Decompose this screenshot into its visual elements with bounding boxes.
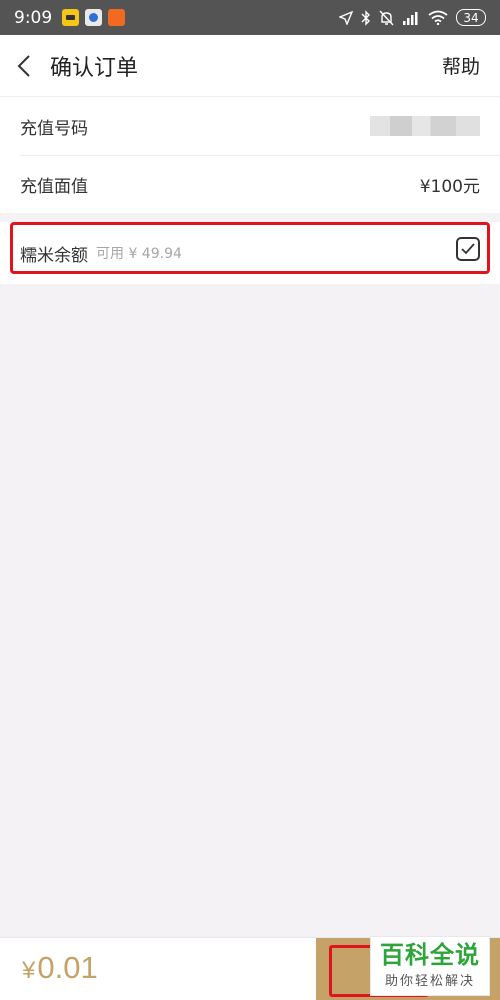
status-icons: 34 bbox=[339, 9, 486, 26]
balance-label: 糯米余额 bbox=[20, 245, 88, 266]
app-notification-icon-2 bbox=[85, 9, 103, 26]
back-button[interactable] bbox=[2, 35, 46, 97]
mute-bell-icon bbox=[379, 10, 394, 26]
face-value-label: 充值面值 bbox=[20, 176, 88, 197]
chevron-left-icon bbox=[17, 54, 30, 77]
location-icon bbox=[339, 10, 353, 25]
order-info-card: 充值号码 充值面值 ¥100元 bbox=[0, 97, 500, 213]
balance-available: 可用 ¥ 49.94 bbox=[96, 246, 182, 262]
total-amount: ¥0.01 bbox=[22, 950, 98, 986]
total-value: 0.01 bbox=[37, 950, 98, 985]
balance-checkbox[interactable] bbox=[456, 237, 480, 261]
status-bar: 9:09 34 bbox=[0, 0, 500, 35]
watermark-main-text: 百科全说 bbox=[380, 940, 480, 969]
watermark-logo: 百科全说 助你轻松解决 bbox=[370, 936, 490, 996]
bluetooth-icon bbox=[361, 9, 371, 26]
signal-icon bbox=[402, 11, 420, 25]
recharge-number-row: 充值号码 bbox=[0, 97, 500, 155]
checkmark-icon bbox=[461, 243, 475, 255]
status-time: 9:09 bbox=[14, 7, 53, 28]
face-value-row: 充值面值 ¥100元 bbox=[0, 155, 500, 213]
nuomi-balance-row[interactable]: 糯米余额 可用 ¥ 49.94 bbox=[0, 222, 500, 284]
navigation-header: 确认订单 帮助 bbox=[0, 35, 500, 97]
wifi-icon bbox=[428, 10, 448, 25]
watermark-sub-text: 助你轻松解决 bbox=[384, 974, 475, 990]
app-notification-icon-3 bbox=[108, 9, 126, 26]
battery-indicator: 34 bbox=[456, 9, 486, 26]
app-notification-icon bbox=[62, 9, 80, 26]
recharge-number-label: 充值号码 bbox=[20, 118, 88, 139]
currency-symbol: ¥ bbox=[22, 957, 36, 984]
help-button[interactable]: 帮助 bbox=[442, 52, 480, 79]
face-value: ¥100元 bbox=[419, 176, 480, 197]
recharge-number-masked bbox=[370, 116, 480, 136]
page-title: 确认订单 bbox=[50, 55, 139, 81]
